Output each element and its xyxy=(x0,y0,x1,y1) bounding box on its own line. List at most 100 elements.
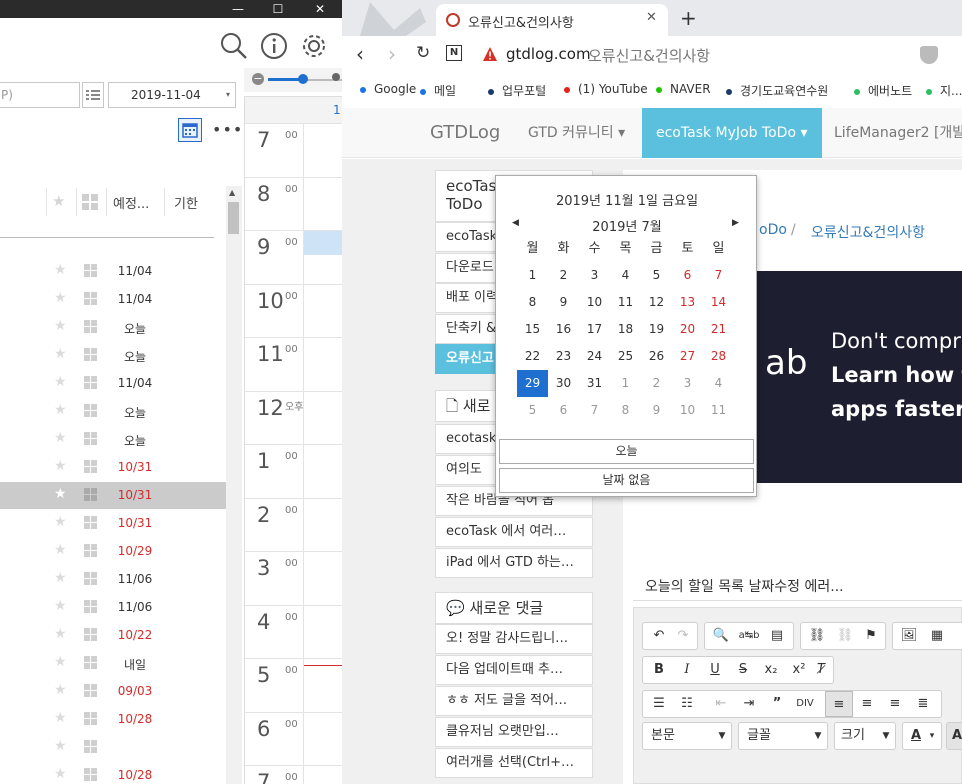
day-cell[interactable]: 28 xyxy=(703,343,734,370)
selected-slot[interactable] xyxy=(304,231,342,255)
gear-icon[interactable] xyxy=(300,32,328,60)
priority-grid-icon[interactable] xyxy=(84,712,98,726)
outdent-icon[interactable]: ⇤ xyxy=(707,691,735,717)
task-row[interactable]: ★ 11/04 xyxy=(0,258,226,285)
day-cell[interactable]: 24 xyxy=(579,343,610,370)
bookmark-item[interactable]: 메일 xyxy=(420,82,456,99)
style-select[interactable]: 본문 ▼ xyxy=(642,722,732,750)
task-row[interactable]: ★ 11/06 xyxy=(0,566,226,593)
priority-grid-icon[interactable] xyxy=(84,376,98,390)
priority-grid-icon[interactable] xyxy=(84,516,98,530)
task-row[interactable]: ★ 11/04 xyxy=(0,370,226,397)
star-icon[interactable]: ★ xyxy=(54,711,68,725)
next-month-icon[interactable]: ▶ xyxy=(732,218,739,228)
star-icon[interactable]: ★ xyxy=(54,739,68,753)
day-cell[interactable]: 25 xyxy=(610,343,641,370)
select-all-icon[interactable]: ▤ xyxy=(763,623,791,649)
day-cell[interactable]: 6 xyxy=(672,262,703,289)
day-cell[interactable]: 14 xyxy=(703,289,734,316)
bold-icon[interactable]: B xyxy=(645,657,673,683)
post-link[interactable]: iPad 에서 GTD 하는… xyxy=(435,548,593,578)
scrollbar[interactable]: ▲ xyxy=(226,186,242,784)
star-icon[interactable]: ★ xyxy=(54,543,68,557)
breadcrumb-parent[interactable]: oDo xyxy=(759,222,787,238)
ordered-list-icon[interactable]: ☰ xyxy=(645,691,673,717)
star-icon[interactable]: ★ xyxy=(54,459,68,473)
no-date-button[interactable]: 날짜 없음 xyxy=(499,468,754,493)
reader-icon[interactable]: N xyxy=(446,45,462,61)
link-icon[interactable]: ⛓ xyxy=(803,623,831,649)
task-row[interactable]: ★ 10/29 xyxy=(0,538,226,565)
priority-grid-icon[interactable] xyxy=(84,460,98,474)
size-select[interactable]: 크기 ▼ xyxy=(834,722,896,750)
warning-icon[interactable] xyxy=(482,46,498,62)
close-tab-icon[interactable]: ✕ xyxy=(646,10,657,25)
day-cell[interactable]: 2 xyxy=(548,262,579,289)
day-cell[interactable]: 4 xyxy=(703,370,734,397)
align-center-icon[interactable]: ≡ xyxy=(853,691,881,717)
bookmark-item[interactable]: 에버노트 xyxy=(854,82,912,99)
subscript-icon[interactable]: x₂ xyxy=(757,657,785,683)
day-cell[interactable]: 1 xyxy=(517,262,548,289)
day-cell[interactable]: 7 xyxy=(703,262,734,289)
star-icon[interactable]: ★ xyxy=(54,487,68,501)
scroll-up-icon[interactable]: ▲ xyxy=(229,188,235,197)
clear-format-icon[interactable]: T̷ xyxy=(809,657,833,683)
filter-input[interactable]: P) xyxy=(0,82,80,108)
task-row[interactable]: ★ 오늘 xyxy=(0,426,226,453)
day-cell[interactable]: 3 xyxy=(579,262,610,289)
bullet-list-icon[interactable]: ☷ xyxy=(673,691,701,717)
star-icon[interactable]: ★ xyxy=(54,263,68,277)
hour-slot[interactable]: 1 00 xyxy=(245,444,342,498)
comment-link[interactable]: 여러개를 선택(Ctrl+… xyxy=(435,748,593,778)
star-icon[interactable]: ★ xyxy=(54,627,68,641)
day-cell[interactable]: 16 xyxy=(548,316,579,343)
zoom-out-icon[interactable]: − xyxy=(252,73,264,85)
priority-grid-icon[interactable] xyxy=(84,264,98,278)
star-icon[interactable]: ★ xyxy=(54,375,68,389)
priority-grid-icon[interactable] xyxy=(84,488,98,502)
day-cell[interactable]: 7 xyxy=(579,397,610,424)
task-row[interactable]: ★ 내일 xyxy=(0,650,226,677)
search-icon[interactable] xyxy=(220,32,248,60)
date-select[interactable]: 2019-11-04 ▾ xyxy=(108,82,236,108)
priority-grid-icon[interactable] xyxy=(84,740,98,754)
bookmark-item[interactable]: 지... xyxy=(926,82,962,99)
scroll-thumb[interactable] xyxy=(228,202,239,234)
bg-color-button[interactable]: A xyxy=(946,722,962,750)
align-justify-icon[interactable]: ≣ xyxy=(909,691,937,717)
day-cell[interactable]: 13 xyxy=(672,289,703,316)
zoom-slider[interactable]: − xyxy=(244,68,342,92)
day-cell[interactable]: 8 xyxy=(517,289,548,316)
bookmark-item[interactable]: NAVER xyxy=(656,82,711,96)
replace-icon[interactable]: a↹b xyxy=(735,623,763,649)
minimize-button[interactable]: — xyxy=(218,0,258,18)
day-cell[interactable]: 10 xyxy=(672,397,703,424)
day-cell[interactable]: 15 xyxy=(517,316,548,343)
star-icon[interactable]: ★ xyxy=(54,599,68,613)
comment-link[interactable]: 오! 정말 감사드립니… xyxy=(435,624,593,654)
priority-grid-icon[interactable] xyxy=(84,628,98,642)
task-row[interactable]: ★ 10/31 xyxy=(0,510,226,537)
today-button[interactable]: 오늘 xyxy=(499,439,754,464)
list-toggle-button[interactable] xyxy=(82,82,104,108)
task-row[interactable]: ★ 10/31 xyxy=(0,454,226,481)
hour-slot[interactable]: 8 00 xyxy=(245,176,342,231)
bookmark-item[interactable]: 업무포털 xyxy=(488,82,546,99)
task-row[interactable]: ★ 10/31 xyxy=(0,482,226,509)
task-row[interactable]: ★ 09/03 xyxy=(0,678,226,705)
day-cell[interactable]: 3 xyxy=(672,370,703,397)
star-column-icon[interactable]: ★ xyxy=(52,192,65,210)
column-due[interactable]: 기한 xyxy=(174,193,198,212)
forward-icon[interactable]: › xyxy=(388,42,396,66)
post-title[interactable]: 오늘의 할일 목록 날짜수정 에러... xyxy=(645,576,844,596)
url-domain[interactable]: gtdlog.com xyxy=(506,45,591,63)
task-row[interactable]: ★ 오늘 xyxy=(0,398,226,425)
hour-slot[interactable]: 6 00 xyxy=(245,711,342,766)
day-cell[interactable]: 29 xyxy=(517,370,548,397)
comment-link[interactable]: ㅎㅎ 저도 글을 적어… xyxy=(435,686,593,716)
day-calendar[interactable]: 1 7 00 8 00 9 00 10 00 11 00 12 오후 1 00 2 00 3 00 4 00 5 00 6 0… xyxy=(244,96,342,784)
flag-icon[interactable]: ⚑ xyxy=(857,623,885,649)
task-row[interactable]: ★ xyxy=(0,734,226,761)
task-row[interactable]: ★ 오늘 xyxy=(0,314,226,341)
